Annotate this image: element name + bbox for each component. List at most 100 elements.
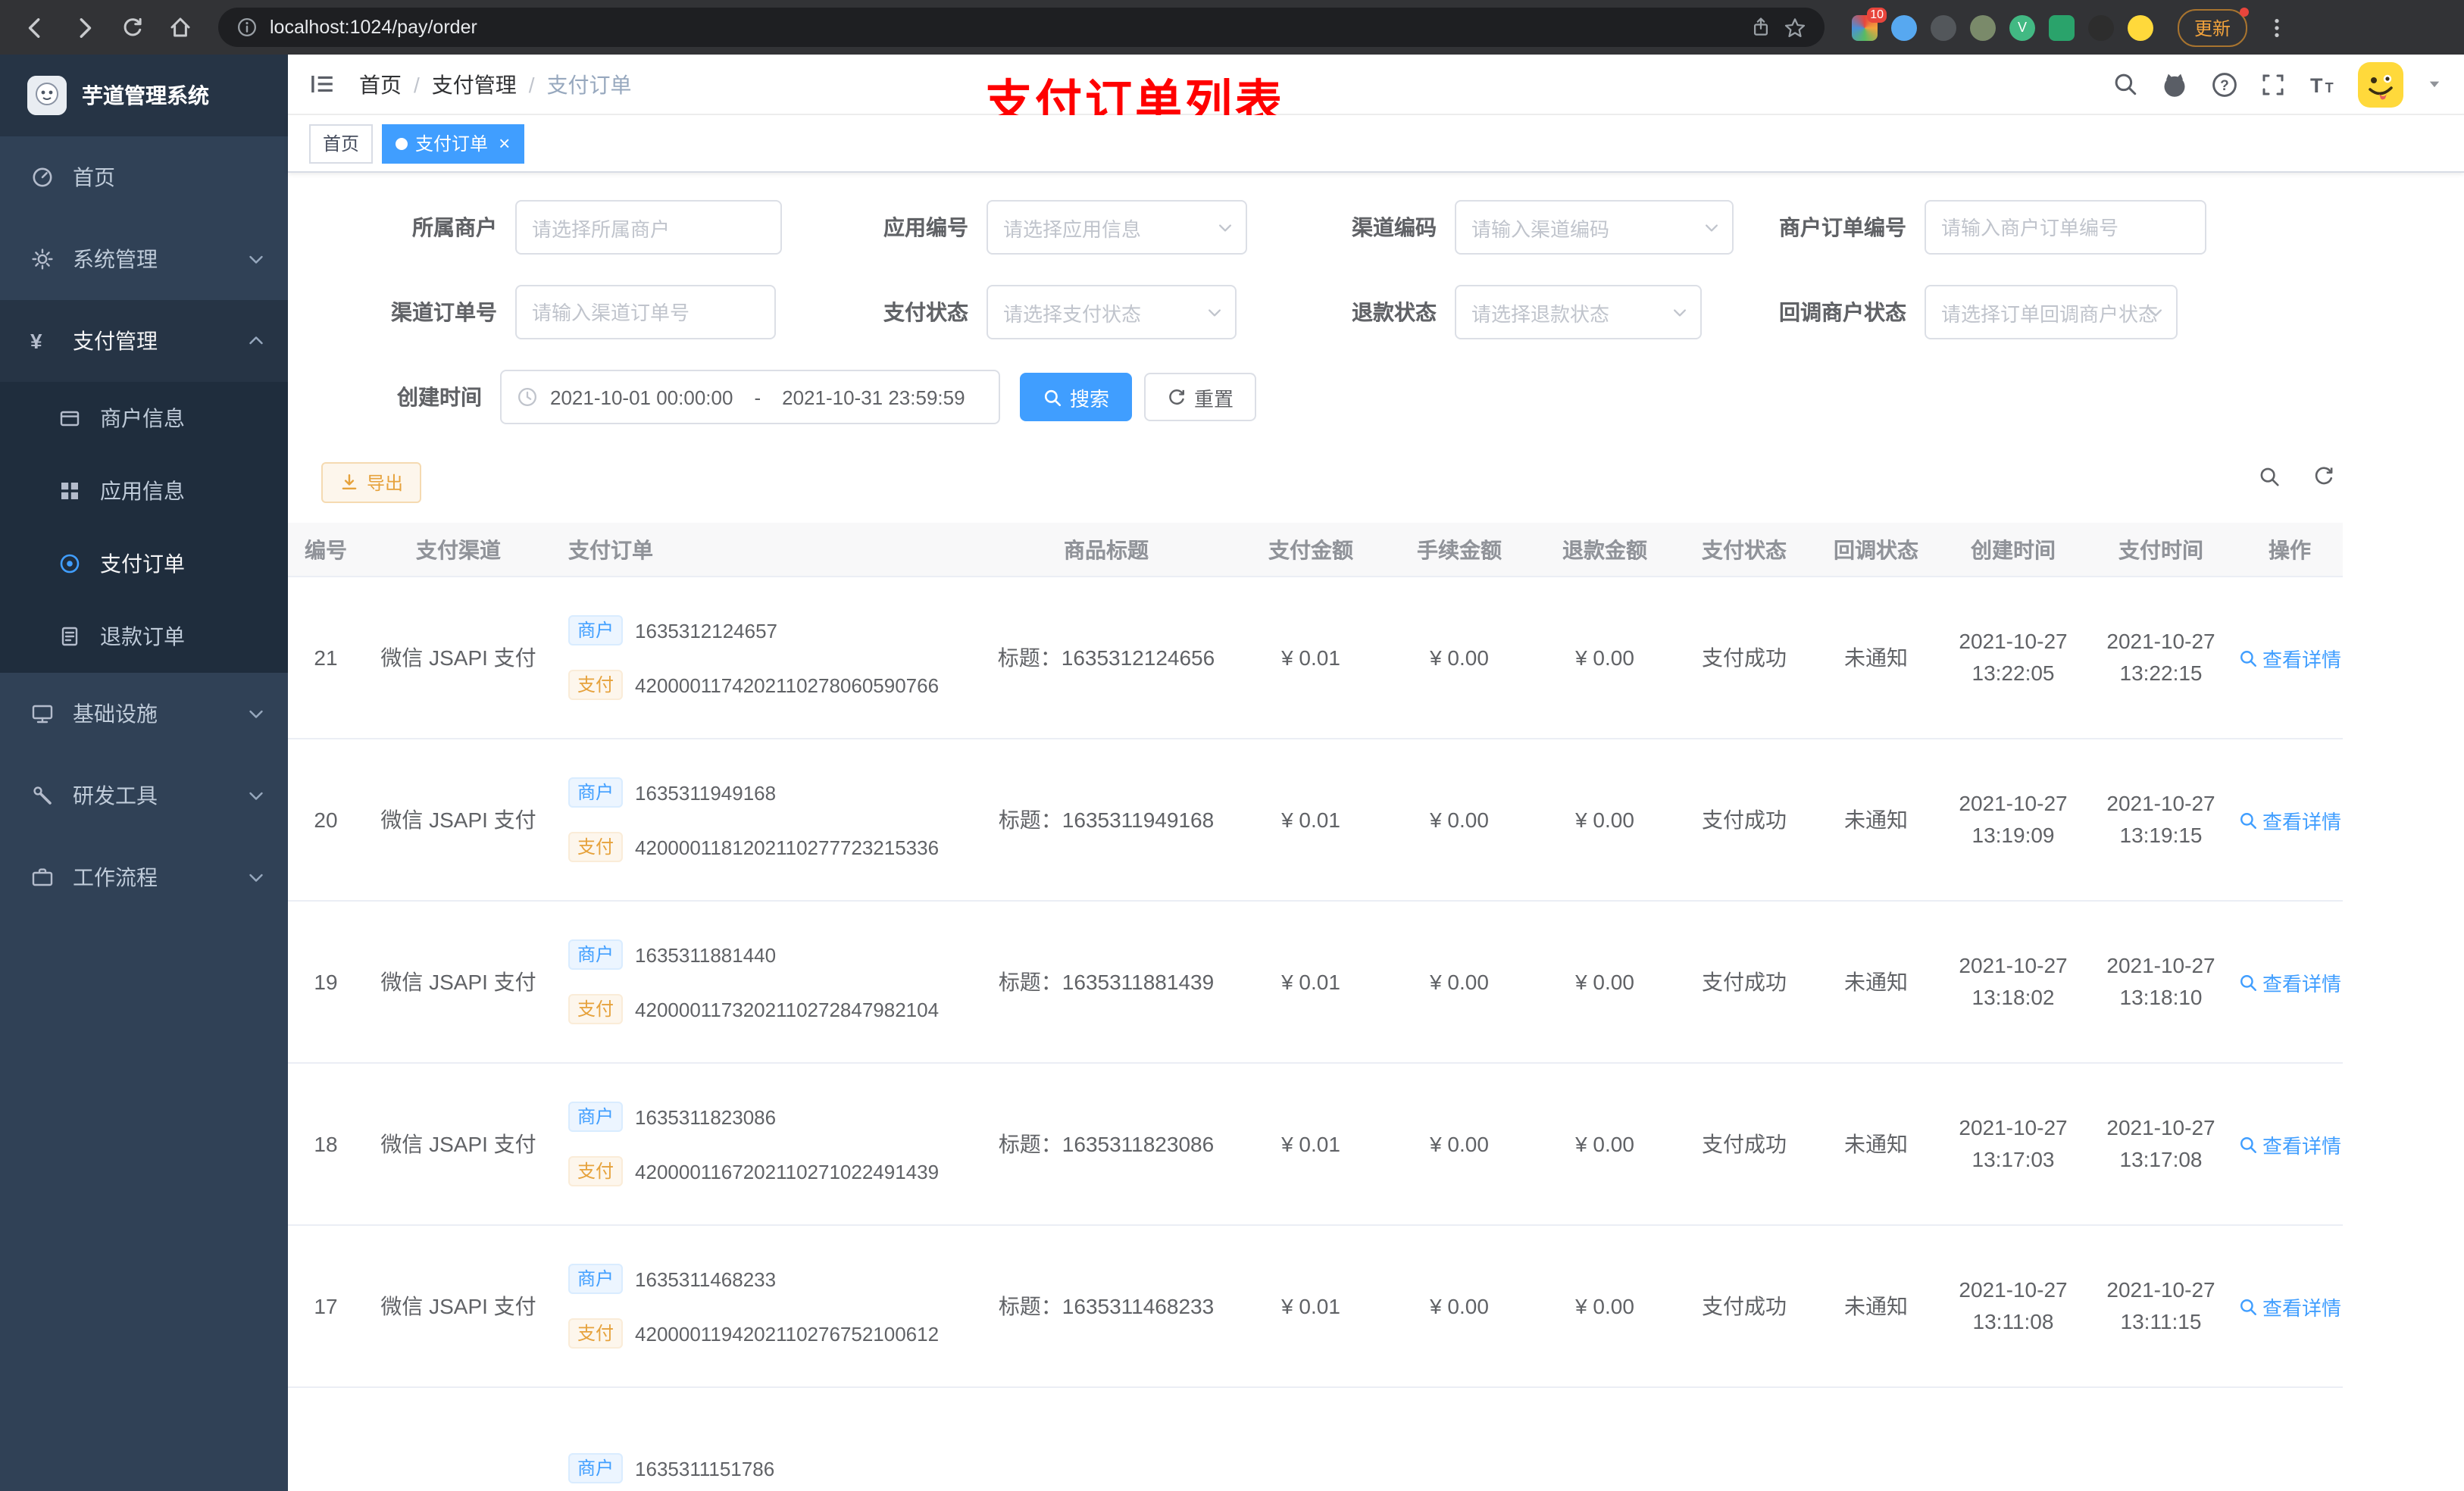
sidebar-item-payment[interactable]: ¥ 支付管理 (0, 300, 288, 382)
table-row: 18 微信 JSAPI 支付 商户 1635311823086 支付 42000… (288, 1064, 2343, 1226)
vue-devtools-icon[interactable]: V (2009, 14, 2035, 40)
view-detail-link[interactable]: 查看详情 (2238, 967, 2341, 996)
caret-down-icon[interactable] (2426, 76, 2443, 92)
sidebar-toggle-icon[interactable] (309, 71, 335, 97)
font-size-icon[interactable]: TT (2308, 70, 2335, 98)
site-info-icon[interactable] (236, 17, 258, 38)
address-bar[interactable]: localhost:1024/pay/order (218, 8, 1825, 47)
help-icon[interactable]: ? (2211, 70, 2238, 98)
search-button[interactable]: 搜索 (1020, 373, 1133, 421)
pay-status: 支付成功 (1702, 808, 1787, 832)
pay-status-select[interactable]: 请选择支付状态 (987, 285, 1237, 339)
pay-order-cell: 商户 1635311881440 支付 42000011732021102728… (553, 902, 977, 1062)
table-row: 17 微信 JSAPI 支付 商户 1635311468233 支付 42000… (288, 1226, 2343, 1388)
notify-status: 未通知 (1844, 1132, 1908, 1156)
merchant-tag: 商户 (568, 777, 624, 808)
reset-button[interactable]: 重置 (1144, 373, 1257, 421)
view-detail-link[interactable]: 查看详情 (2238, 1292, 2341, 1321)
merchant-order-no-input[interactable] (1925, 200, 2206, 255)
pay-amount: ¥ 0.01 (1281, 808, 1340, 832)
tab-pay-order[interactable]: 支付订单 × (382, 123, 524, 163)
sidebar-item-home[interactable]: 首页 (0, 136, 288, 218)
view-detail-link[interactable]: 查看详情 (2238, 805, 2341, 834)
create-time-range-picker[interactable]: 2021-10-01 00:00:00 - 2021-10-31 23:59:5… (500, 370, 1000, 424)
sidebar-item-system[interactable]: 系统管理 (0, 218, 288, 300)
app-logo[interactable]: 芋道管理系统 (0, 55, 288, 136)
merchant-tag: 商户 (568, 939, 624, 970)
col-pay-order: 支付订单 (568, 537, 653, 561)
reload-icon[interactable] (112, 8, 152, 47)
merchant-icon (58, 406, 82, 430)
pay-channel: 微信 JSAPI 支付 (380, 645, 536, 670)
view-detail-link[interactable]: 查看详情 (2238, 643, 2341, 672)
logo-image (27, 76, 67, 115)
sidebar-item-workflow[interactable]: 工作流程 (0, 836, 288, 918)
channel-order-no-input[interactable] (515, 285, 776, 339)
goods-title: 标题：1635312124656 (997, 645, 1215, 670)
avatar[interactable] (2358, 61, 2403, 107)
pay-time: 2021-10-27 13:19:15 (2106, 791, 2215, 847)
merchant-select[interactable]: 请选择所属商户 (515, 200, 782, 255)
search-icon[interactable] (2112, 71, 2138, 97)
share-icon[interactable] (1750, 17, 1771, 38)
refund-status-select[interactable]: 请选择退款状态 (1455, 285, 1702, 339)
app-select[interactable]: 请选择应用信息 (987, 200, 1247, 255)
filter-label-notify-status: 回调商户状态 (1779, 300, 1906, 324)
table-search-icon[interactable] (2258, 465, 2281, 488)
sidebar-item-devtools[interactable]: 研发工具 (0, 755, 288, 836)
forward-icon[interactable] (64, 8, 103, 47)
table-refresh-icon[interactable] (2312, 465, 2335, 488)
sidebar-item-label: 应用信息 (100, 479, 185, 503)
extension-icon[interactable] (2088, 14, 2114, 40)
fee-amount: ¥ 0.00 (1430, 645, 1489, 670)
magnifier-icon (2240, 1299, 2256, 1314)
pay-channel: 微信 JSAPI 支付 (380, 970, 536, 994)
merchant-order-no: 1635311823086 (635, 1105, 777, 1128)
sidebar-item-label: 首页 (73, 165, 115, 189)
sidebar-item-refund-order[interactable]: 退款订单 (0, 600, 288, 673)
pay-order-no: 4200001181202110277723215336 (635, 836, 940, 858)
sidebar-item-infrastructure[interactable]: 基础设施 (0, 673, 288, 755)
refund-amount: ¥ 0.00 (1575, 645, 1634, 670)
extension-icon[interactable] (2049, 14, 2075, 40)
chevron-down-icon (2147, 304, 2164, 320)
browser-update-button[interactable]: 更新 (2178, 7, 2250, 46)
export-button[interactable]: 导出 (321, 462, 422, 503)
refund-order-icon (58, 624, 82, 649)
breadcrumb-home[interactable]: 首页 (359, 69, 402, 99)
col-notify-status: 回调状态 (1834, 537, 1918, 561)
merchant-tag: 商户 (568, 1453, 624, 1483)
table-row: 商户 1635311151786 支付 查看详情 (288, 1388, 2343, 1491)
sidebar-item-app-info[interactable]: 应用信息 (0, 455, 288, 527)
fullscreen-icon[interactable] (2261, 72, 2285, 96)
channel-code-select[interactable]: 请输入渠道编码 (1455, 200, 1734, 255)
extension-icon[interactable] (1970, 14, 1996, 40)
github-icon[interactable] (2161, 70, 2188, 98)
sidebar-item-label: 商户信息 (100, 406, 185, 430)
emoji-extension-icon[interactable] (2128, 14, 2153, 40)
order-id: 21 (314, 645, 338, 670)
notify-status-select[interactable]: 请选择订单回调商户状态 (1925, 285, 2178, 339)
magnifier-icon (2240, 650, 2256, 666)
tab-home[interactable]: 首页 (309, 123, 374, 163)
orders-table: 编号 支付渠道 支付订单 商品标题 支付金额 手续金额 退款金额 支付状态 回调… (288, 523, 2343, 1491)
sidebar-item-merchant-info[interactable]: 商户信息 (0, 382, 288, 455)
pay-order-no: 4200001194202110276752100612 (635, 1322, 940, 1345)
browser-menu-icon[interactable] (2265, 16, 2288, 39)
view-detail-link[interactable]: 查看详情 (2238, 1130, 2341, 1158)
order-id: 20 (314, 808, 338, 832)
breadcrumb-payment[interactable]: 支付管理 (432, 69, 517, 99)
bookmark-star-icon[interactable] (1784, 16, 1806, 39)
col-create-time: 创建时间 (1971, 537, 2056, 561)
merchant-order-no: 1635311151786 (635, 1457, 775, 1480)
tab-close-icon[interactable]: × (499, 133, 510, 153)
home-icon[interactable] (161, 8, 200, 47)
back-icon[interactable] (15, 8, 55, 47)
extension-icon[interactable] (1891, 14, 1917, 40)
pay-time: 2021-10-27 13:17:08 (2106, 1115, 2215, 1171)
extensions-puzzle-icon[interactable]: 10 (1852, 7, 1887, 40)
extension-icon[interactable] (1931, 14, 1956, 40)
chevron-down-icon (1703, 219, 1720, 236)
sidebar-item-pay-order[interactable]: 支付订单 (0, 527, 288, 600)
pay-order-cell: 商户 1635312124657 支付 42000011742021102780… (553, 577, 977, 738)
